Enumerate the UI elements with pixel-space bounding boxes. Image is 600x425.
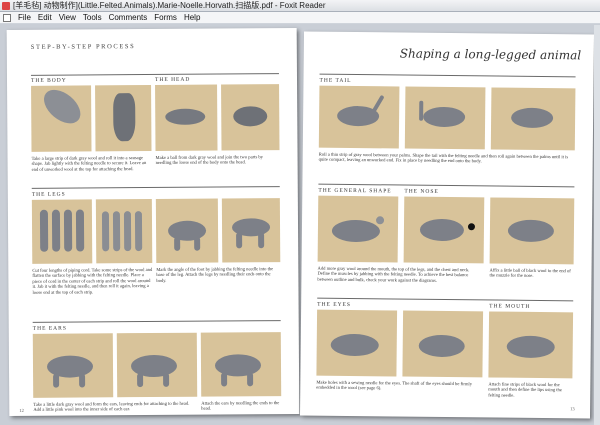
photo-body-2: [95, 85, 152, 152]
page-number-right: 13: [570, 406, 575, 412]
window-title: [羊毛毡] 动物制作](Little.Felted.Animals).Marie…: [13, 1, 326, 10]
section-title-ears: THE EARS: [32, 325, 67, 332]
divider: [32, 320, 281, 323]
ears-text: Take a little dark gray wool and form th…: [33, 400, 190, 413]
menu-items: File Edit View Tools Comments Forms Help: [18, 13, 207, 23]
photo-nose-1: [403, 196, 485, 264]
photo-ears-2: [116, 332, 198, 398]
section-title-legs: THE LEGS: [31, 191, 66, 198]
menu-forms[interactable]: Forms: [154, 13, 177, 23]
eyes-text: Make holes with a sewing needle for the …: [316, 379, 473, 391]
photo-body-1: [31, 85, 92, 152]
photo-eyes-1: [316, 309, 398, 377]
left-page: STEP-BY-STEP PROCESS THE BODY THE HEAD T…: [6, 27, 300, 417]
mouth-text: Attach fine strips of black wool for the…: [488, 381, 562, 398]
section-title-body: THE BODY: [30, 77, 67, 84]
section-title-nose: THE NOSE: [404, 188, 439, 195]
general-shape-text: Add more gray wool around the mouth, the…: [317, 265, 470, 283]
photo-nose-2: [489, 197, 575, 265]
legs-text: Cut four lengths of piping cord. Take so…: [32, 267, 153, 295]
photo-legs-1: [31, 199, 93, 264]
step-by-step-heading: STEP-BY-STEP PROCESS: [30, 43, 136, 51]
photo-head-2: [221, 84, 280, 151]
photo-ears-3: [200, 332, 282, 397]
document-icon[interactable]: [3, 14, 11, 22]
photo-tail-1: [318, 85, 400, 149]
divider: [30, 73, 279, 76]
head-text: Make a ball from dark gray wool and join…: [155, 154, 263, 166]
photo-mouth-1: [488, 311, 574, 379]
photo-ears-1: [32, 333, 114, 398]
menu-file[interactable]: File: [18, 13, 31, 23]
right-page: Shaping a long-legged animal THE TAIL Ro…: [299, 31, 595, 419]
section-title-general-shape: THE GENERAL SHAPE: [318, 187, 392, 195]
divider: [31, 186, 280, 189]
document-viewer[interactable]: STEP-BY-STEP PROCESS THE BODY THE HEAD T…: [0, 25, 600, 425]
page-number-left: 12: [19, 407, 24, 413]
menu-view[interactable]: View: [59, 13, 76, 23]
divider: [318, 183, 575, 188]
legs-text-2: Mark the angle of the foot by jabbing th…: [156, 266, 274, 283]
vertical-scrollbar[interactable]: [594, 25, 600, 425]
title-bar: [羊毛毡] 动物制作](Little.Felted.Animals).Marie…: [0, 0, 600, 12]
divider: [319, 73, 576, 78]
nose-text: Affix a little ball of black wool to the…: [489, 267, 571, 279]
menu-bar: File Edit View Tools Comments Forms Help: [0, 12, 600, 24]
photo-tail-2: [404, 86, 486, 150]
photo-tail-3: [490, 87, 576, 151]
section-title-mouth: THE MOUTH: [489, 303, 531, 310]
ears-text-2: Attach the ears by needling the ends to …: [201, 400, 280, 412]
section-title-eyes: THE EYES: [317, 301, 352, 308]
menu-tools[interactable]: Tools: [83, 13, 102, 23]
section-title-tail: THE TAIL: [319, 77, 352, 84]
photo-legs-2: [95, 199, 153, 264]
photo-general-1: [317, 195, 399, 263]
tail-text: Roll a thin strip of gray wool between y…: [318, 151, 569, 164]
menu-edit[interactable]: Edit: [38, 13, 52, 23]
menu-help[interactable]: Help: [184, 13, 200, 23]
photo-legs-4: [221, 198, 281, 263]
section-title-head: THE HEAD: [154, 76, 191, 83]
menu-comments[interactable]: Comments: [109, 13, 148, 23]
photo-legs-3: [155, 198, 219, 263]
divider: [317, 297, 574, 302]
body-text: Take a large strip of dark gray wool and…: [31, 155, 147, 172]
photo-eyes-2: [402, 310, 484, 378]
photo-head-1: [155, 84, 218, 151]
chapter-title: Shaping a long-legged animal: [399, 46, 582, 63]
foxit-app-icon: [2, 2, 10, 10]
